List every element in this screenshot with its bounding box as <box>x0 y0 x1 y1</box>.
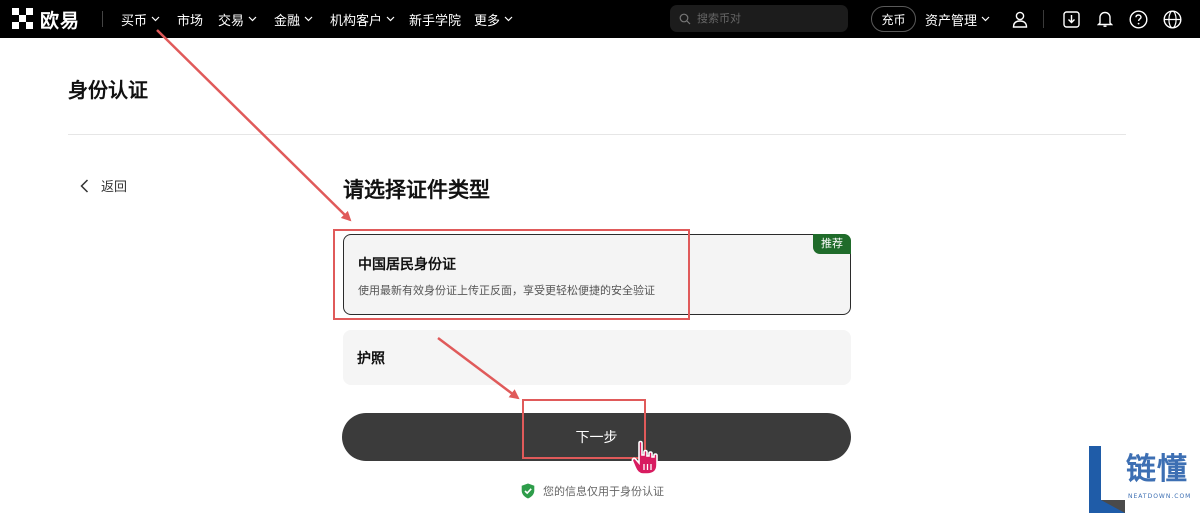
nav-item-market[interactable]: 市场 <box>177 0 203 38</box>
assets-label: 资产管理 <box>925 13 978 29</box>
chevron-down-icon <box>304 16 313 22</box>
nav-item-label: 机构客户 <box>330 13 383 29</box>
brand-name: 欧易 <box>40 9 81 32</box>
assets-menu[interactable]: 资产管理 <box>925 0 990 38</box>
nav-divider <box>102 11 103 27</box>
option-description: 使用最新有效身份证上传正反面，享受更轻松便捷的安全验证 <box>358 284 655 297</box>
watermark-logo-icon <box>1089 446 1125 513</box>
chevron-down-icon <box>248 16 257 22</box>
back-button[interactable]: 返回 <box>80 176 127 195</box>
chevron-down-icon <box>981 16 990 22</box>
help-icon[interactable] <box>1128 9 1148 29</box>
option-passport[interactable]: 护照 <box>343 330 851 385</box>
nav-item-label: 买币 <box>121 13 148 29</box>
privacy-text: 您的信息仅用于身份认证 <box>543 485 664 498</box>
pointer-hand-icon <box>630 440 664 480</box>
logo-icon <box>12 8 34 30</box>
nav-item-label: 更多 <box>474 13 501 29</box>
chevron-down-icon <box>151 16 160 22</box>
privacy-note: 您的信息仅用于身份认证 <box>521 483 664 499</box>
option-id-card[interactable]: 中国居民身份证 使用最新有效身份证上传正反面，享受更轻松便捷的安全验证 推荐 <box>343 234 851 315</box>
top-navbar: 欧易 买币 市场 交易 金融 机构客户 新手学院 更多 充币 资产管理 <box>0 0 1200 38</box>
next-step-button[interactable]: 下一步 <box>342 413 851 461</box>
nav-item-academy[interactable]: 新手学院 <box>409 0 461 38</box>
watermark-subtext: NEATDOWN.COM <box>1128 493 1192 500</box>
nav-item-label: 新手学院 <box>409 13 462 29</box>
watermark: 链懂 NEATDOWN.COM <box>1087 444 1200 515</box>
nav-item-label: 市场 <box>177 13 204 29</box>
nav-item-institutional[interactable]: 机构客户 <box>330 0 395 38</box>
back-label: 返回 <box>101 180 128 195</box>
document-type-heading: 请选择证件类型 <box>343 178 490 202</box>
option-title: 中国居民身份证 <box>358 257 456 273</box>
user-icon[interactable] <box>1010 9 1030 29</box>
nav-item-buy[interactable]: 买币 <box>121 0 160 38</box>
download-icon[interactable] <box>1061 9 1081 29</box>
nav-item-finance[interactable]: 金融 <box>274 0 313 38</box>
search-box[interactable] <box>670 5 848 32</box>
search-icon <box>679 13 691 24</box>
chevron-down-icon <box>504 16 513 22</box>
shield-check-icon <box>521 483 535 499</box>
bell-icon[interactable] <box>1095 9 1115 29</box>
nav-item-label: 交易 <box>218 13 245 29</box>
search-input[interactable] <box>697 12 837 25</box>
deposit-button[interactable]: 充币 <box>871 6 916 32</box>
globe-icon[interactable] <box>1162 9 1182 29</box>
header-divider <box>68 134 1126 135</box>
option-title: 护照 <box>357 351 385 367</box>
page-title: 身份认证 <box>68 78 148 102</box>
nav-item-label: 金融 <box>274 13 301 29</box>
nav-item-more[interactable]: 更多 <box>474 0 513 38</box>
brand-logo[interactable]: 欧易 <box>12 8 81 32</box>
watermark-text: 链懂 <box>1126 452 1188 487</box>
recommended-badge: 推荐 <box>813 234 851 254</box>
icon-divider <box>1043 10 1044 28</box>
nav-item-trade[interactable]: 交易 <box>218 0 257 38</box>
chevron-down-icon <box>386 16 395 22</box>
chevron-left-icon <box>80 178 89 193</box>
